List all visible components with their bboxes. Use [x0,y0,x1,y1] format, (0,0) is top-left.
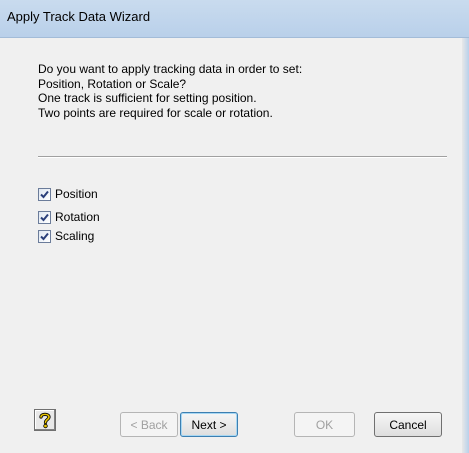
separator [38,156,447,158]
checkmark-icon [40,232,49,240]
rotation-option[interactable]: Rotation [38,209,100,225]
wizard-message: Do you want to apply tracking data in or… [38,62,448,120]
message-line: Position, Rotation or Scale? [38,76,187,91]
next-button[interactable]: Next > [180,412,238,437]
help-button[interactable] [34,409,56,431]
cancel-button[interactable]: Cancel [374,412,442,437]
message-line: Do you want to apply tracking data in or… [38,62,303,76]
position-label: Position [55,187,98,201]
scaling-label: Scaling [55,229,95,243]
help-question-icon [39,412,51,429]
rotation-label: Rotation [55,210,100,224]
scaling-option[interactable]: Scaling [38,228,94,244]
checkmark-icon [40,213,49,221]
scaling-checkbox[interactable] [38,229,51,243]
checkmark-icon [40,190,49,198]
position-checkbox[interactable] [38,187,51,201]
position-option[interactable]: Position [38,186,98,202]
message-line: One track is sufficient for setting posi… [38,91,257,105]
window-frame-edge [462,38,469,453]
window-title: Apply Track Data Wizard [7,9,151,24]
rotation-checkbox[interactable] [38,210,51,224]
ok-button[interactable]: OK [294,412,355,437]
title-bar: Apply Track Data Wizard [0,0,469,38]
message-line: Two points are required for scale or rot… [38,105,273,120]
back-button[interactable]: < Back [120,412,178,437]
